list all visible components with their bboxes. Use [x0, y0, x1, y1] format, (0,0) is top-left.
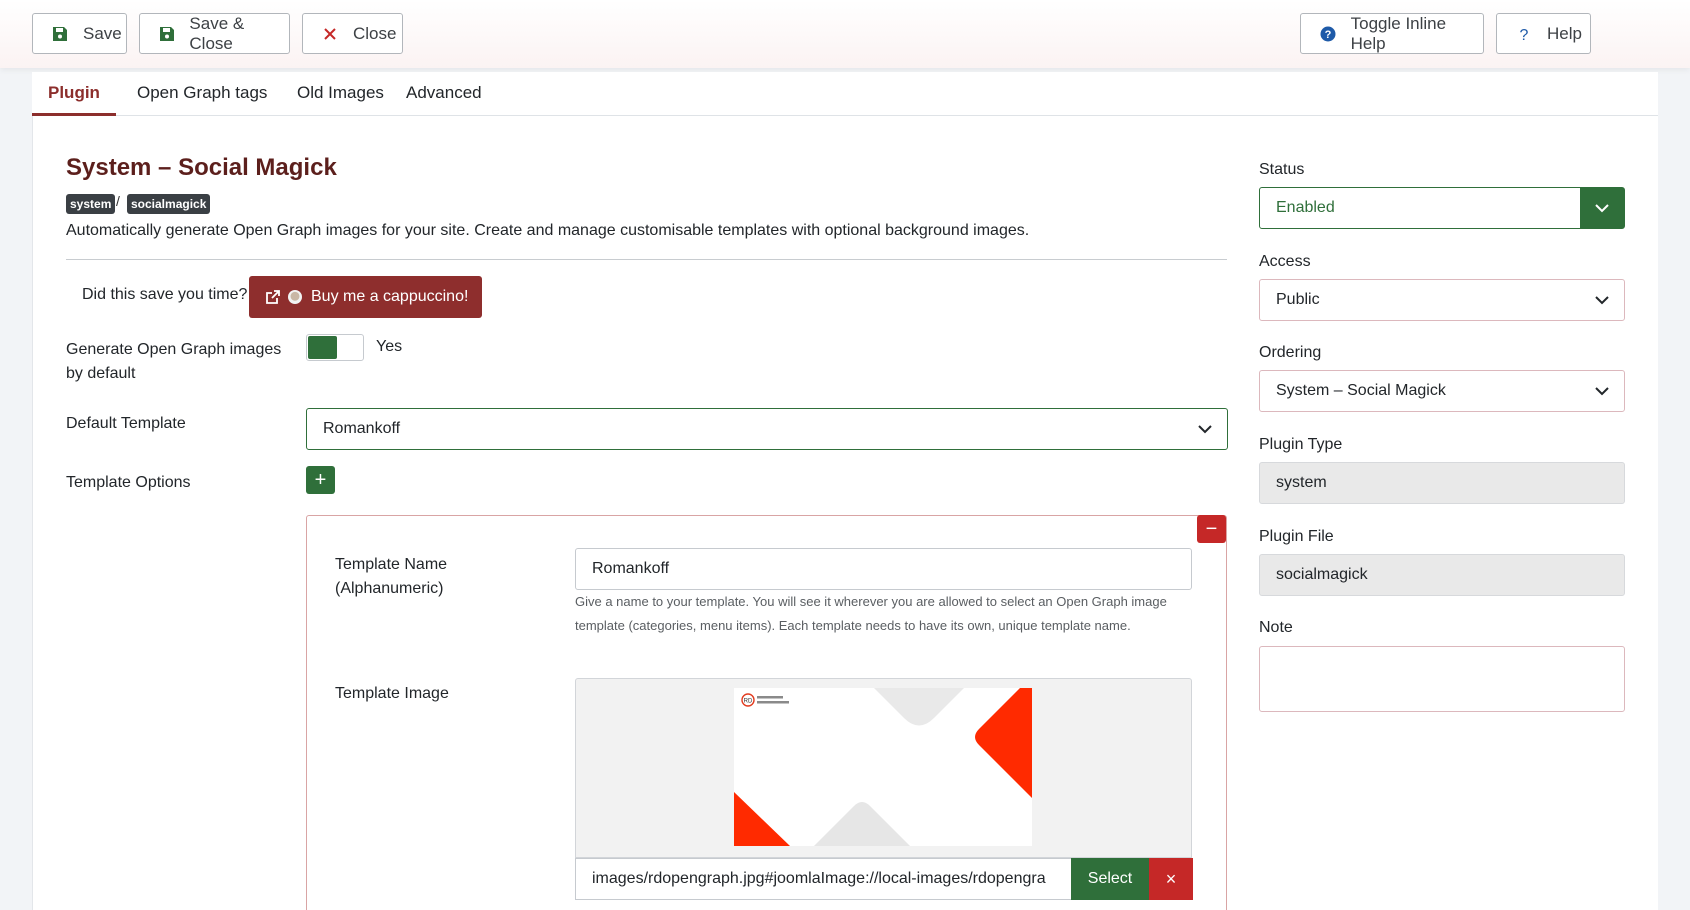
access-select[interactable]: Public	[1259, 279, 1625, 321]
plugin-file-label: Plugin File	[1259, 528, 1334, 545]
template-image-preview: RD	[734, 688, 1032, 846]
access-value: Public	[1276, 291, 1320, 308]
ordering-label: Ordering	[1259, 344, 1322, 361]
toggle-inline-help-label: Toggle Inline Help	[1350, 13, 1447, 53]
help-label: Help	[1547, 23, 1582, 43]
template-image-label: Template Image	[335, 685, 449, 702]
status-label: Status	[1259, 161, 1305, 178]
status-select[interactable]: Enabled	[1259, 187, 1625, 229]
default-template-label: Default Template	[66, 415, 186, 432]
generate-og-toggle[interactable]	[306, 334, 364, 361]
cappuccino-icon	[288, 290, 302, 304]
save-icon	[51, 25, 69, 43]
toggle-knob	[308, 336, 337, 359]
plugin-type-value: system	[1276, 474, 1327, 491]
plugin-title: System – Social Magick	[66, 154, 337, 181]
folder-badge: system	[66, 194, 116, 214]
plugin-type-label: Plugin Type	[1259, 436, 1343, 453]
toggle-value: Yes	[376, 338, 403, 355]
svg-text:?: ?	[1324, 29, 1331, 41]
donate-prompt: Did this save you time?	[82, 286, 248, 303]
question-icon: ?	[1515, 25, 1533, 43]
divider	[66, 259, 1227, 260]
plugin-description: Automatically generate Open Graph images…	[66, 222, 1030, 239]
tab-old-images[interactable]: Old Images	[281, 72, 400, 116]
generate-og-label-line2: by default	[66, 365, 136, 382]
save-icon	[158, 25, 175, 43]
clear-image-button[interactable]: ×	[1149, 858, 1193, 900]
template-name-label-line1: Template Name	[335, 556, 448, 573]
buy-cappuccino-label: Buy me a cappuccino!	[311, 288, 469, 305]
remove-template-button[interactable]: −	[1197, 515, 1226, 543]
template-name-label-line2: (Alphanumeric)	[335, 580, 444, 597]
close-button[interactable]: Close	[302, 13, 403, 54]
select-image-button[interactable]: Select	[1071, 858, 1149, 900]
template-name-help: Give a name to your template. You will s…	[575, 594, 1167, 633]
tab-bar: Plugin Open Graph tags Old Images Advanc…	[32, 72, 1658, 116]
svg-text:?: ?	[1520, 27, 1529, 42]
status-value: Enabled	[1276, 199, 1335, 216]
element-badge: socialmagick	[127, 194, 211, 214]
tab-plugin[interactable]: Plugin	[32, 72, 116, 116]
toggle-inline-help-button[interactable]: ? Toggle Inline Help	[1300, 13, 1484, 54]
chevron-down-icon	[1183, 409, 1227, 449]
question-circle-icon: ?	[1319, 25, 1337, 43]
help-button[interactable]: ? Help	[1496, 13, 1591, 54]
ordering-value: System – Social Magick	[1276, 382, 1446, 399]
save-close-button[interactable]: Save & Close	[139, 13, 290, 54]
tab-open-graph-tags[interactable]: Open Graph tags	[121, 72, 283, 116]
close-label: Close	[353, 23, 397, 43]
default-template-value: Romankoff	[323, 420, 401, 437]
badge-separator: /	[116, 193, 120, 209]
template-options-label: Template Options	[66, 474, 191, 491]
chevron-down-icon	[1580, 280, 1624, 320]
plugin-file-value: socialmagick	[1276, 566, 1368, 583]
chevron-down-icon	[1580, 371, 1624, 411]
svg-text:RD: RD	[744, 699, 753, 705]
access-label: Access	[1259, 253, 1311, 270]
save-label: Save	[83, 23, 122, 43]
save-close-label: Save & Close	[189, 13, 245, 53]
template-name-value: Romankoff	[592, 560, 670, 577]
note-label: Note	[1259, 619, 1293, 636]
ordering-select[interactable]: System – Social Magick	[1259, 370, 1625, 412]
plugin-file-field: socialmagick	[1259, 554, 1625, 596]
template-image-path: images/rdopengraph.jpg#joomlaImage://loc…	[592, 870, 1046, 887]
plugin-type-field: system	[1259, 462, 1625, 504]
template-name-input[interactable]: Romankoff	[575, 548, 1192, 590]
note-textarea[interactable]	[1259, 646, 1625, 712]
buy-cappuccino-button[interactable]: Buy me a cappuccino!	[249, 276, 482, 318]
default-template-select[interactable]: Romankoff	[306, 408, 1228, 450]
save-button[interactable]: Save	[32, 13, 127, 54]
generate-og-label-line1: Generate Open Graph images	[66, 341, 282, 358]
chevron-down-icon	[1580, 188, 1624, 228]
add-template-button[interactable]: +	[306, 466, 335, 494]
tab-advanced[interactable]: Advanced	[390, 72, 498, 116]
close-icon	[321, 25, 339, 43]
external-link-icon	[266, 290, 280, 304]
toolbar: Save Save & Close Close ? Toggle Inline …	[0, 0, 1690, 68]
